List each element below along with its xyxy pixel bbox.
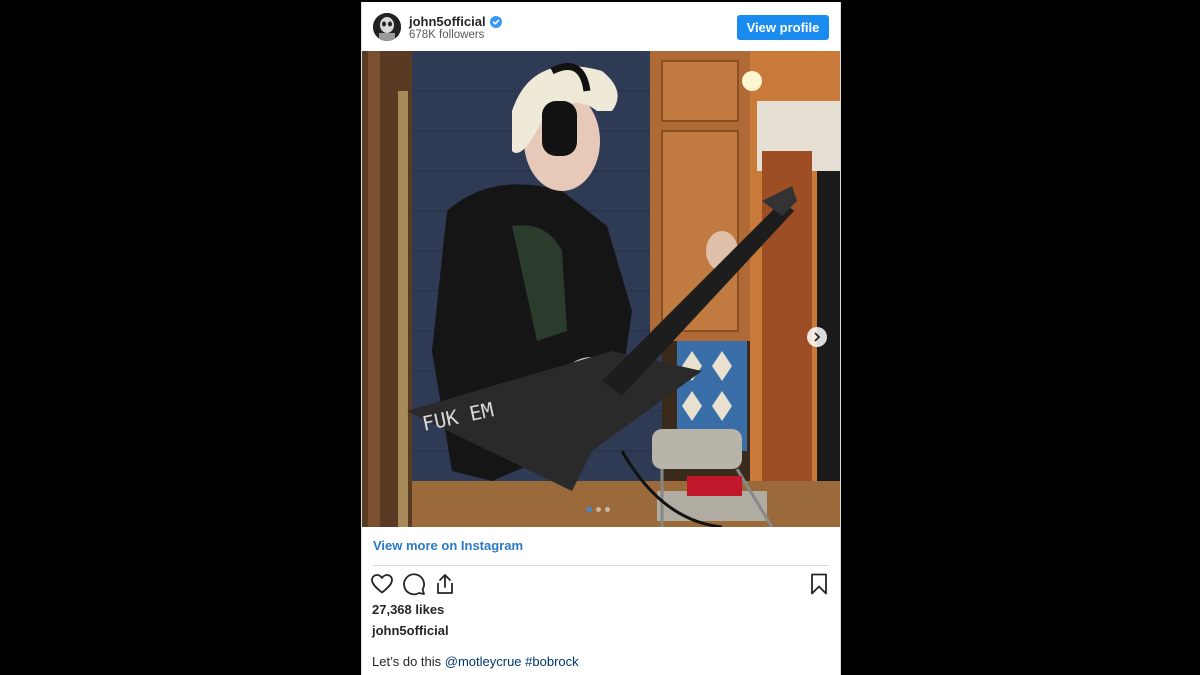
carousel-dot-3 [605, 507, 610, 512]
like-count[interactable]: 27,368 likes [372, 602, 444, 617]
avatar[interactable] [373, 13, 401, 41]
comment-icon [403, 573, 425, 596]
like-button[interactable] [370, 572, 394, 596]
mention-link[interactable]: @motleycrue [445, 654, 522, 669]
photo-illustration: FUK EM [362, 51, 840, 527]
caption-username[interactable]: john5official [372, 623, 449, 638]
verified-badge-icon [489, 15, 502, 28]
carousel-dot-1 [587, 507, 592, 512]
share-button[interactable] [433, 572, 457, 596]
chevron-right-icon [814, 332, 821, 342]
username-text[interactable]: john5official [409, 14, 486, 29]
view-profile-button[interactable]: View profile [737, 15, 829, 40]
divider [373, 565, 829, 566]
follower-count: 678K followers [409, 29, 485, 41]
carousel-next-button[interactable] [807, 327, 827, 347]
post-caption: Let’s do this @motleycrue #bobrock [372, 654, 579, 669]
carousel-dot-2 [596, 507, 601, 512]
heart-icon [371, 574, 393, 594]
post-header: john5official 678K followers View profil… [362, 2, 840, 52]
save-button[interactable] [807, 572, 831, 596]
post-photo[interactable]: FUK EM [362, 51, 840, 527]
comment-button[interactable] [402, 572, 426, 596]
caption-text: Let’s do this [372, 654, 445, 669]
instagram-embed-card: john5official 678K followers View profil… [361, 2, 841, 675]
view-more-link[interactable]: View more on Instagram [373, 538, 523, 553]
hashtag-link[interactable]: #bobrock [525, 654, 578, 669]
post-username[interactable]: john5official [409, 14, 502, 29]
bookmark-icon [811, 573, 827, 595]
share-icon [437, 574, 453, 594]
carousel-indicator [587, 507, 610, 512]
